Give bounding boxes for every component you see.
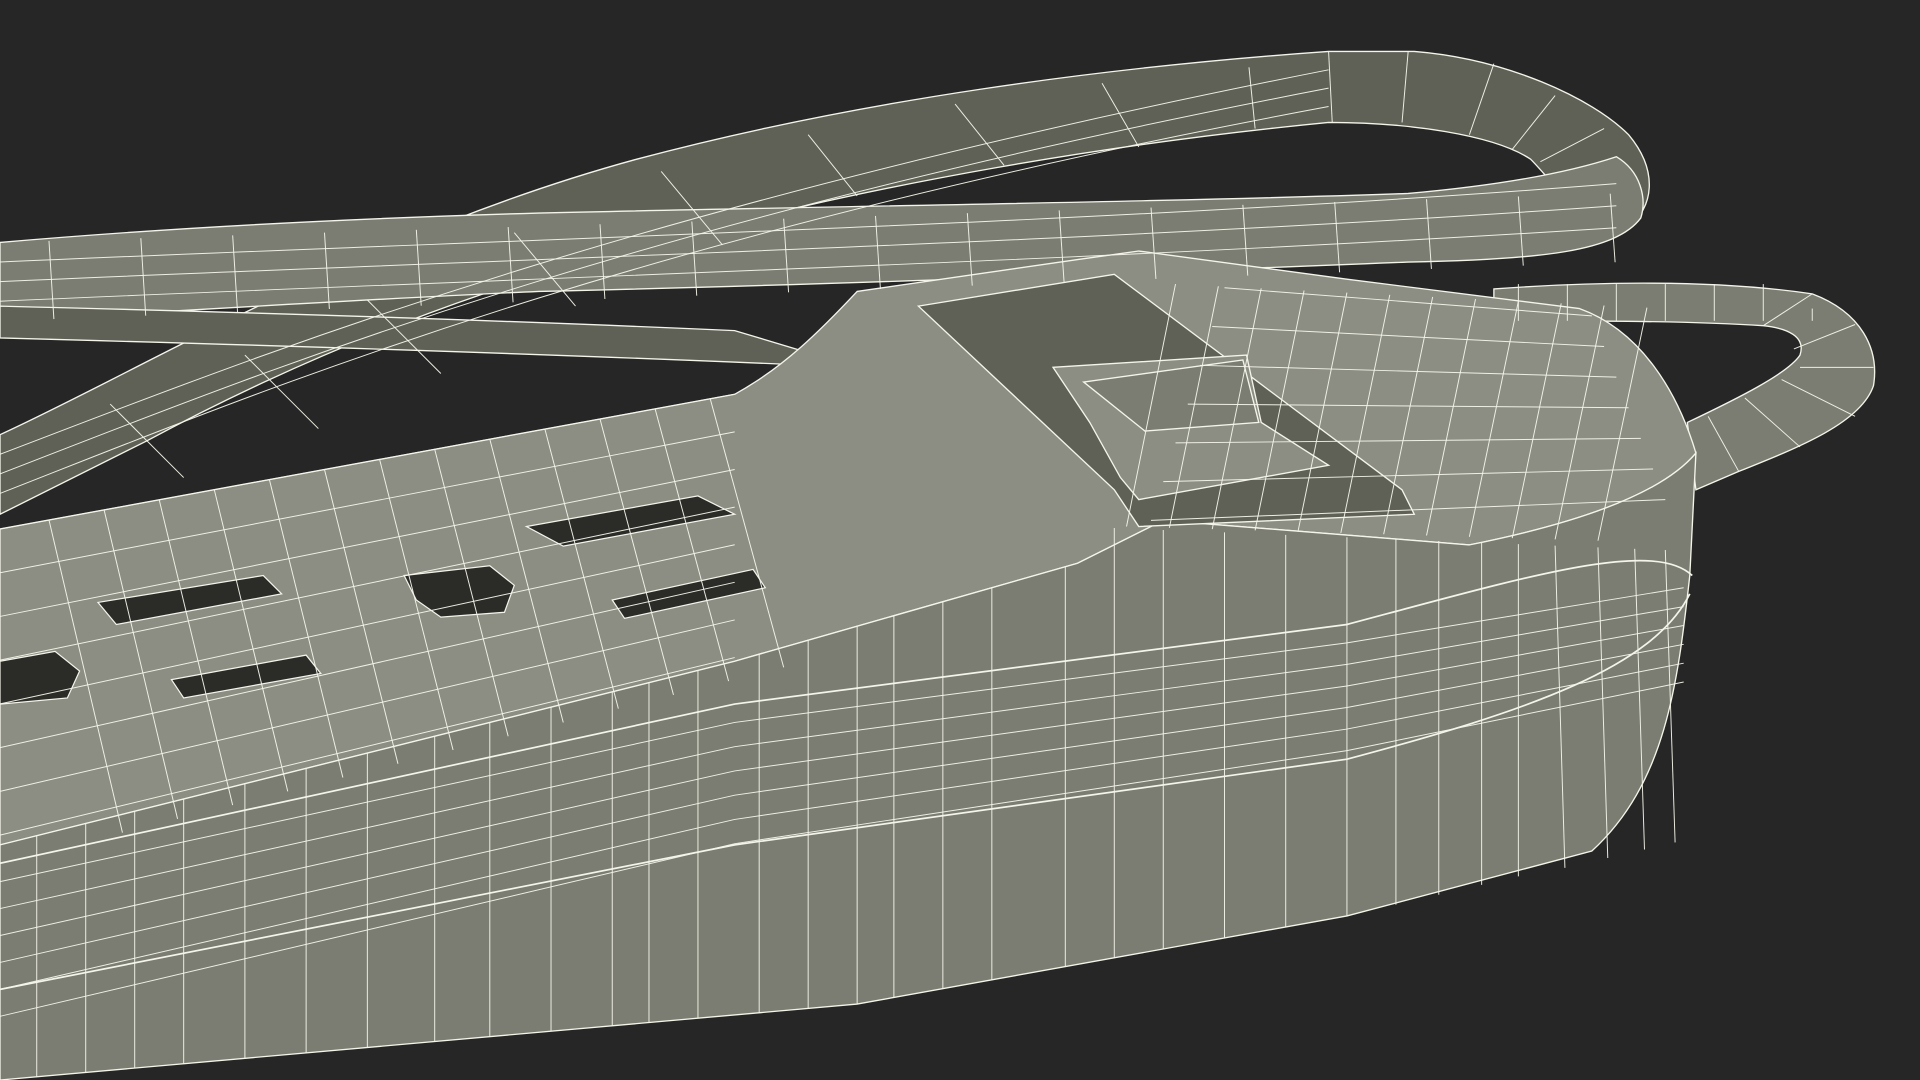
render-viewport: .surf { fill: #7b7d72; stroke: #f4f4ea; … bbox=[0, 0, 1920, 1080]
wireframe-render: .surf { fill: #7b7d72; stroke: #f4f4ea; … bbox=[0, 50, 1876, 1080]
power-cord-lower-run bbox=[0, 305, 858, 369]
